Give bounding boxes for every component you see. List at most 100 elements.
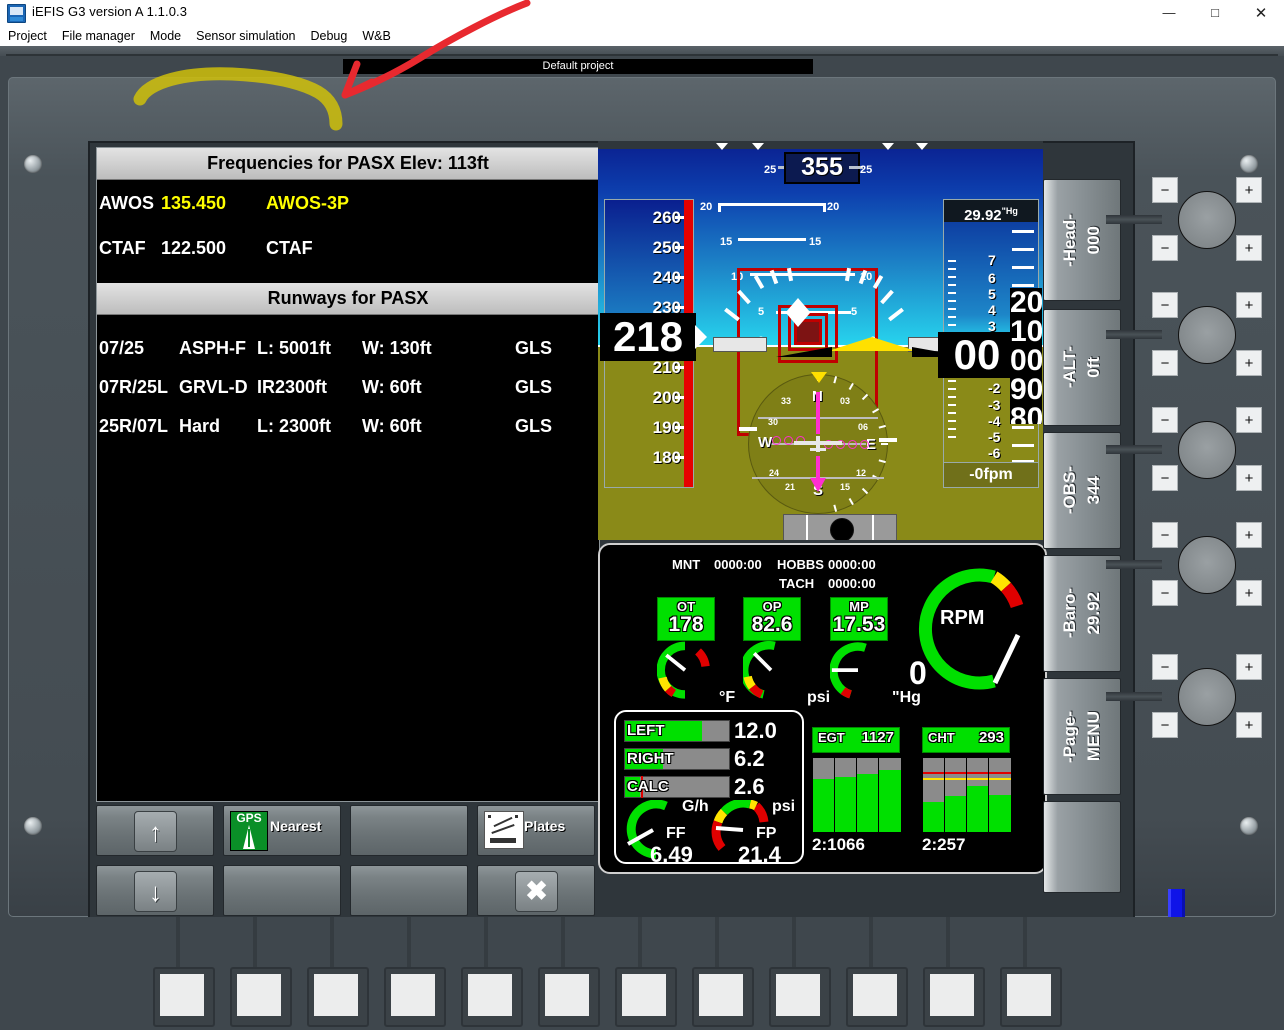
heading-knob-minus-top[interactable]: −	[1152, 177, 1178, 203]
bezel-key-10[interactable]	[846, 967, 908, 1027]
page-knob-plus-bottom[interactable]: +	[1236, 712, 1262, 738]
barometric-setting: 29.92"Hg	[944, 200, 1038, 224]
fuel-pressure-label: FP	[756, 825, 777, 842]
altitude-knob-plus-top[interactable]: +	[1236, 292, 1262, 318]
baro-knob-plus-bottom[interactable]: +	[1236, 580, 1262, 606]
bezel-key-11[interactable]	[923, 967, 985, 1027]
obs-knob-minus-top[interactable]: −	[1152, 407, 1178, 433]
runway-approach: GLS	[514, 377, 552, 397]
airspeed-pointer	[695, 325, 707, 349]
knob-connector	[1106, 560, 1162, 569]
softkey-label: Nearest	[270, 818, 322, 834]
bezel-key-9[interactable]	[769, 967, 831, 1027]
baro-knob-plus-top[interactable]: +	[1236, 522, 1262, 548]
maximize-button[interactable]: □	[1192, 0, 1238, 25]
bezel-key-6[interactable]	[538, 967, 600, 1027]
right-label-heading[interactable]: -Head- 000	[1043, 179, 1121, 301]
bezel-screw-top-left	[24, 155, 42, 173]
close-x-icon: ✖	[515, 871, 558, 912]
knob-connector	[1106, 330, 1162, 339]
obs-knob-minus-bottom[interactable]: −	[1152, 465, 1178, 491]
heading-knob[interactable]	[1178, 191, 1236, 249]
menu-item-debug[interactable]: Debug	[304, 27, 355, 45]
window-title: iEFIS G3 version A 1.1.0.3	[32, 4, 188, 19]
page-menu-knob[interactable]	[1178, 668, 1236, 726]
heading-knob-plus-bottom[interactable]: +	[1236, 235, 1262, 261]
horizontal-situation-indicator: N E S W 33 03 06 30 24 12 21 15	[739, 372, 897, 514]
altitude-knob[interactable]	[1178, 306, 1236, 364]
engine-monitoring-panel: MNT 0000:00 HOBBS 0000:00 TACH 0000:00 O…	[598, 543, 1047, 874]
page-knob-minus-bottom[interactable]: −	[1152, 712, 1178, 738]
bezel-key-5[interactable]	[461, 967, 523, 1027]
minimize-button[interactable]: —	[1146, 0, 1192, 25]
airspeed-readout: 218	[600, 313, 696, 361]
window-titlebar: iEFIS G3 version A 1.1.0.3 — □ ✕	[0, 0, 1284, 26]
page-knob-minus-top[interactable]: −	[1152, 654, 1178, 680]
runway-width: W: 60ft	[362, 377, 422, 397]
menu-item-wb[interactable]: W&B	[355, 27, 397, 45]
altitude-knob-plus-bottom[interactable]: +	[1236, 350, 1262, 376]
frequency-type: CTAF	[266, 238, 313, 258]
softkey-close[interactable]: ✖	[477, 865, 595, 916]
bezel-key-8[interactable]	[692, 967, 754, 1027]
runway-ident: 07R/25L	[99, 377, 169, 397]
mnt-label: MNT	[672, 557, 701, 572]
compass-03: 03	[840, 396, 851, 406]
hsi-aircraft-icon	[794, 436, 842, 452]
bezel-key-2[interactable]	[230, 967, 292, 1027]
altitude-knob-minus-bottom[interactable]: −	[1152, 350, 1178, 376]
menu-item-sensor-simulation[interactable]: Sensor simulation	[189, 27, 302, 45]
oil-pressure-unit: psi	[807, 689, 831, 706]
bezel-key-7[interactable]	[615, 967, 677, 1027]
heading-knob-minus-bottom[interactable]: −	[1152, 235, 1178, 261]
softkey-nearest[interactable]: GPS Nearest	[223, 805, 341, 856]
close-button[interactable]: ✕	[1238, 0, 1284, 25]
page-knob-plus-top[interactable]: +	[1236, 654, 1262, 680]
softkey-empty-1[interactable]	[350, 805, 468, 856]
right-label-empty[interactable]	[1043, 801, 1121, 893]
egt-value: 1127	[861, 729, 894, 746]
baro-knob-minus-bottom[interactable]: −	[1152, 580, 1178, 606]
softkey-scroll-up[interactable]: ↑	[96, 805, 214, 856]
obs-knob-plus-top[interactable]: +	[1236, 407, 1262, 433]
bezel-key-1[interactable]	[153, 967, 215, 1027]
runway-row[interactable]: 07R/25L GRVL-D IR2300ft W: 60ft GLS	[97, 368, 599, 407]
baro-knob[interactable]	[1178, 536, 1236, 594]
softkey-row-bottom: ↓ ✖	[96, 865, 598, 916]
bezel-bottom-key-row	[0, 917, 1284, 1030]
runway-row[interactable]: 07/25 ASPH-F L: 5001ft W: 130ft GLS	[97, 329, 599, 368]
right-label-alt[interactable]: -ALT- 0ft	[1043, 309, 1121, 426]
baro-knob-minus-top[interactable]: −	[1152, 522, 1178, 548]
cht-footer: 2:257	[922, 835, 966, 854]
softkey-empty-2[interactable]	[223, 865, 341, 916]
menu-item-project[interactable]: Project	[1, 27, 54, 45]
bezel-key-3[interactable]	[307, 967, 369, 1027]
right-label-prefix: -Page-	[1060, 710, 1079, 763]
fuel-pressure-value: 21.4	[738, 842, 781, 867]
bezel-key-4[interactable]	[384, 967, 446, 1027]
heading-knob-plus-top[interactable]: +	[1236, 177, 1262, 203]
manifold-pressure-arc	[830, 642, 867, 699]
right-label-baro[interactable]: -Baro- 29.92	[1043, 555, 1121, 672]
mnt-value: 0000:00	[714, 557, 762, 572]
menu-item-file-manager[interactable]: File manager	[55, 27, 142, 45]
obs-knob-plus-bottom[interactable]: +	[1236, 465, 1262, 491]
softkey-panel: ↑ GPS Nearest Plates ↓ ✖	[96, 805, 598, 921]
softkey-empty-3[interactable]	[350, 865, 468, 916]
runway-row[interactable]: 25R/07L Hard L: 2300ft W: 60ft GLS	[97, 407, 599, 446]
menu-item-mode[interactable]: Mode	[143, 27, 188, 45]
right-label-prefix: -Baro-	[1060, 588, 1079, 639]
frequency-row[interactable]: AWOS 135.450 AWOS-3P	[97, 189, 599, 214]
obs-knob[interactable]	[1178, 421, 1236, 479]
altitude-knob-minus-top[interactable]: −	[1152, 292, 1178, 318]
compass-33: 33	[781, 396, 792, 406]
fuel-value-right: 6.2	[734, 746, 765, 771]
bezel-key-12[interactable]	[1000, 967, 1062, 1027]
runway-width: W: 60ft	[362, 416, 422, 436]
compass-12: 12	[856, 468, 867, 478]
softkey-plates[interactable]: Plates	[477, 805, 595, 856]
hobbs-value: 0000:00	[828, 557, 876, 572]
frequency-row[interactable]: CTAF 122.500 CTAF	[97, 214, 599, 259]
softkey-scroll-down[interactable]: ↓	[96, 865, 214, 916]
manifold-pressure-value: 17.53	[832, 613, 886, 636]
